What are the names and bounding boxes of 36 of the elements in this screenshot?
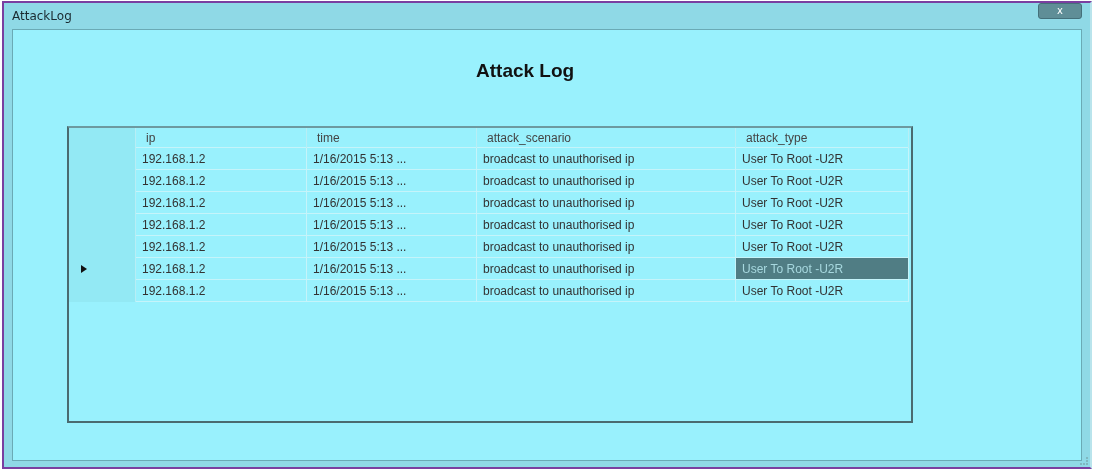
table-cell[interactable]: 1/16/2015 5:13 ... (306, 191, 477, 214)
table-cell[interactable]: broadcast to unauthorised ip (476, 257, 736, 280)
table-cell[interactable]: broadcast to unauthorised ip (476, 147, 736, 170)
table-cell[interactable]: User To Root -U2R (735, 147, 909, 170)
table-cell[interactable]: 192.168.1.2 (135, 213, 307, 236)
table-cell[interactable]: broadcast to unauthorised ip (476, 169, 736, 192)
column-header[interactable]: attack_type (735, 128, 909, 148)
table-cell[interactable]: 192.168.1.2 (135, 169, 307, 192)
resize-grip-icon[interactable] (1080, 457, 1088, 465)
table-cell[interactable]: User To Root -U2R (735, 279, 909, 302)
table-cell[interactable]: User To Root -U2R (735, 235, 909, 258)
table-cell[interactable]: 1/16/2015 5:13 ... (306, 147, 477, 170)
window-title: AttackLog (12, 9, 72, 23)
table-cell[interactable]: 192.168.1.2 (135, 279, 307, 302)
close-button[interactable]: x (1038, 3, 1082, 19)
row-header[interactable] (69, 279, 136, 302)
table-cell[interactable]: broadcast to unauthorised ip (476, 191, 736, 214)
table-cell[interactable]: broadcast to unauthorised ip (476, 213, 736, 236)
column-header[interactable]: time (306, 128, 477, 148)
table-cell[interactable]: 192.168.1.2 (135, 257, 307, 280)
column-header[interactable]: attack_scenario (476, 128, 736, 148)
table-cell[interactable]: 1/16/2015 5:13 ... (306, 235, 477, 258)
table-cell[interactable]: broadcast to unauthorised ip (476, 235, 736, 258)
form-heading: Attack Log (476, 60, 576, 83)
table-cell[interactable]: User To Root -U2R (735, 191, 909, 214)
table-cell[interactable]: 1/16/2015 5:13 ... (306, 279, 477, 302)
table-cell[interactable]: User To Root -U2R (735, 213, 909, 236)
table-cell[interactable]: 1/16/2015 5:13 ... (306, 169, 477, 192)
table-cell[interactable]: 1/16/2015 5:13 ... (306, 257, 477, 280)
table-cell[interactable]: 192.168.1.2 (135, 235, 307, 258)
table-cell[interactable]: broadcast to unauthorised ip (476, 279, 736, 302)
table-cell[interactable]: User To Root -U2R (735, 169, 909, 192)
column-header[interactable]: ip (135, 128, 307, 148)
table-cell[interactable]: 192.168.1.2 (135, 191, 307, 214)
table-cell[interactable]: 192.168.1.2 (135, 147, 307, 170)
table-cell[interactable]: 1/16/2015 5:13 ... (306, 213, 477, 236)
